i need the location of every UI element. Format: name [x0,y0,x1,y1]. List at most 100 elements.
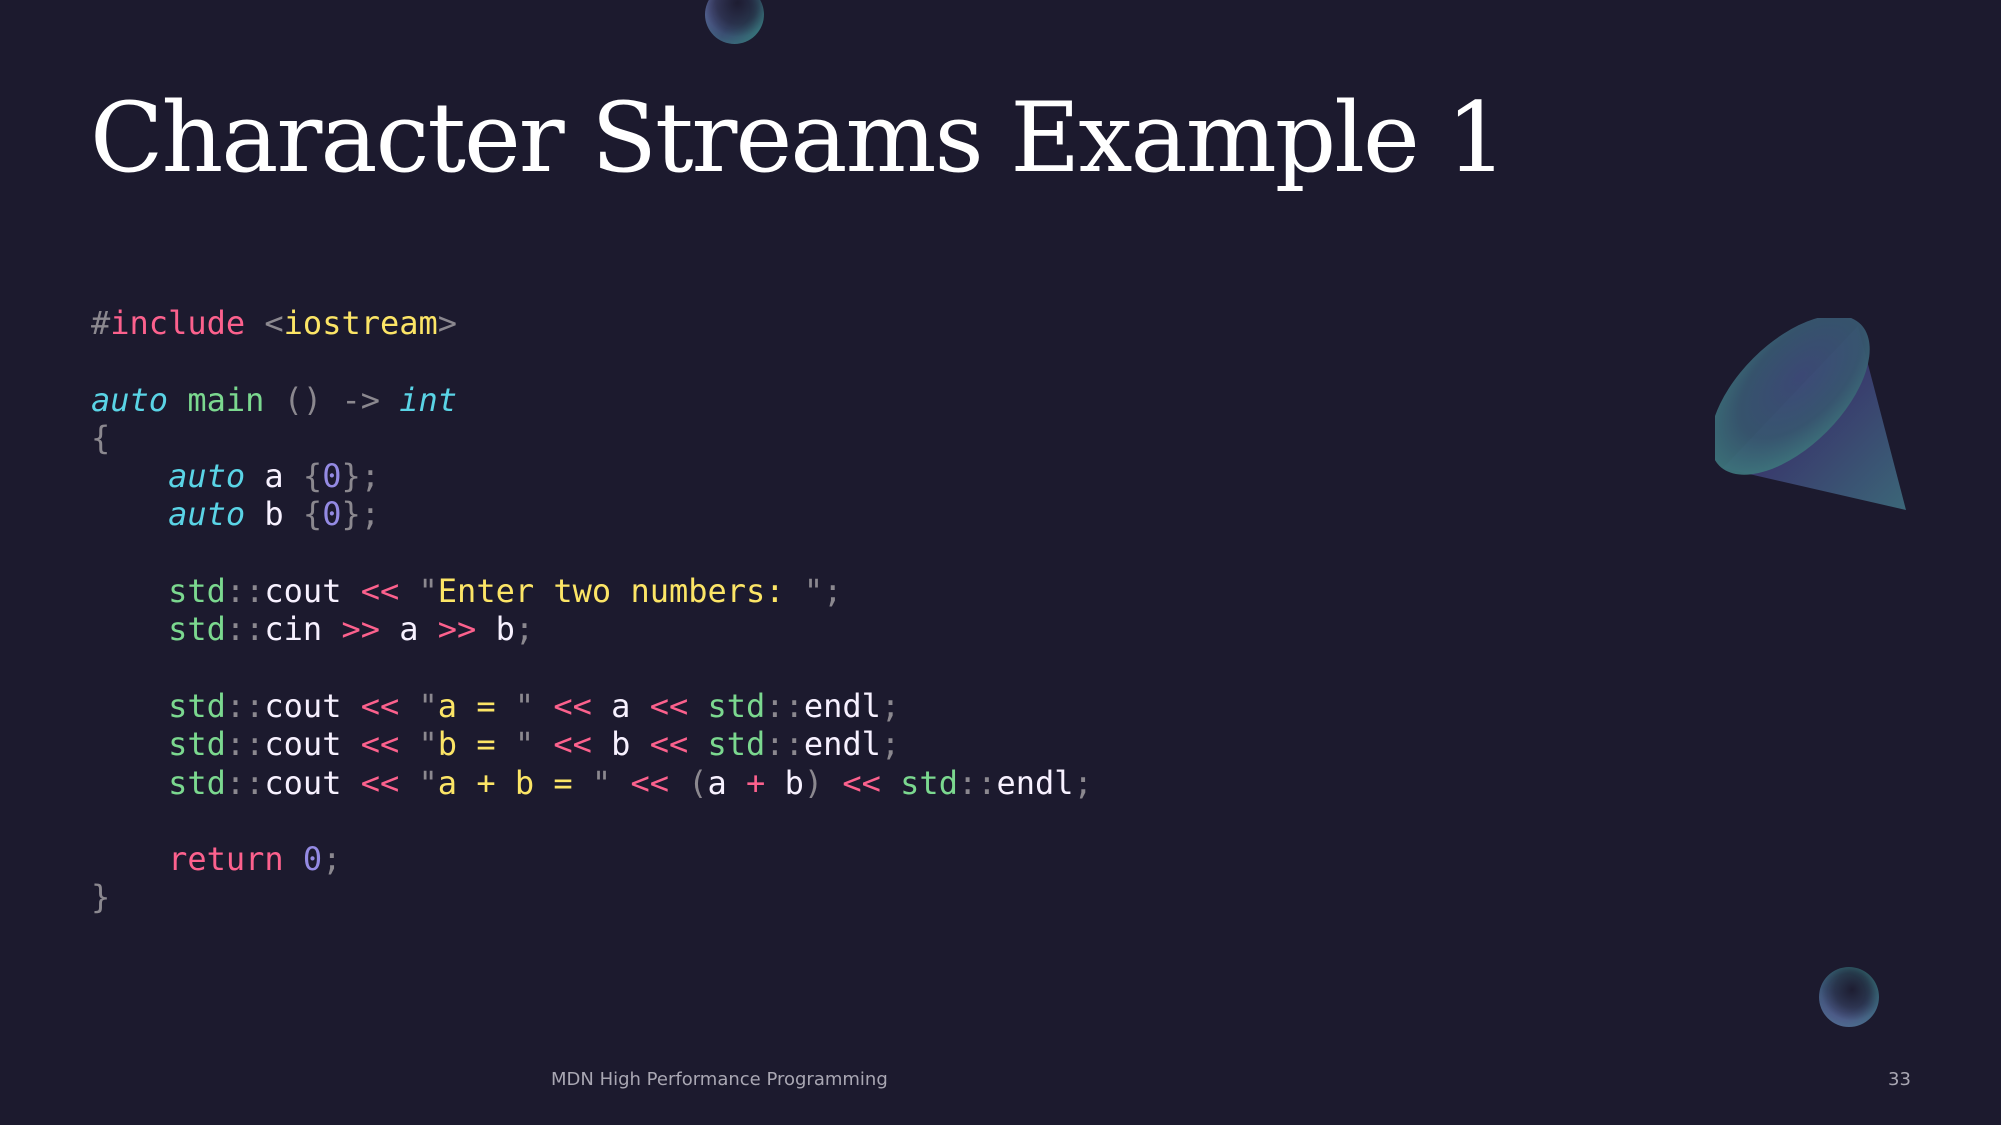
code-token: " [591,763,612,802]
cone-icon [1715,318,1906,510]
code-token: cout [264,572,342,611]
code-token: main [187,380,265,419]
code-line: std::cout << "a = " << a << std::endl; [91,687,1093,725]
code-token: std [168,763,226,802]
code-token: b [495,610,515,649]
code-token: ( [688,763,708,802]
code-token: std [168,725,226,764]
code-token: << [842,763,881,802]
code-token: << [360,763,400,802]
code-token: }; [341,495,380,534]
code-token: + [746,763,766,802]
code-token: } [91,878,111,917]
code-token: return [168,840,284,879]
code-token: > [437,304,458,342]
code-token: << [360,725,400,764]
code-token: :: [225,763,265,802]
code-token: ; [322,840,342,879]
code-line: auto b {0}; [91,495,1093,533]
code-token: auto [168,457,246,496]
code-token: a + b = [437,763,592,802]
code-token: }; [341,457,380,496]
code-token: :: [225,610,265,649]
footer-text: MDN High Performance Programming [551,1069,888,1090]
sphere-icon [705,0,764,44]
code-token: ; [880,686,901,725]
code-token: 0 [322,457,342,496]
code-token: :: [225,572,265,611]
code-token: endl [803,686,881,725]
code-line: { [91,419,1093,457]
code-line: std::cout << "a + b = " << (a + b) << st… [91,764,1093,802]
code-line: std::cout << "Enter two numbers: "; [91,572,1093,610]
code-token: < [264,304,284,342]
code-token: cout [264,725,342,764]
code-token: " [418,572,438,611]
code-token: << [360,686,400,725]
code-token: " [418,763,438,802]
code-token: Enter two numbers: [437,572,804,611]
code-token: std [168,686,226,725]
code-token: " [418,686,438,725]
page-number: 33 [1888,1069,1911,1090]
code-token: >> [341,610,380,649]
code-block: #include <iostream> auto main () -> int{… [91,304,1093,917]
code-token: b = [437,725,515,764]
code-token: << [553,725,592,764]
code-line: std::cout << "b = " << b << std::endl; [91,725,1093,763]
code-token: { [302,457,323,496]
code-token: :: [225,725,265,764]
code-token: 0 [302,840,323,879]
code-token: :: [765,686,804,725]
code-token: << [360,572,400,611]
code-line: auto main () -> int [91,381,1093,419]
code-token: ; [880,725,901,764]
code-token: >> [437,610,477,649]
code-token: b [264,495,284,534]
slide-title: Character Streams Example 1 [90,82,1507,194]
code-token: std [707,725,766,764]
code-token: int [399,380,458,419]
code-token: ) [803,763,824,802]
code-token: << [630,763,669,802]
code-token: iostream [283,304,438,342]
code-token: std [168,610,226,649]
code-token: " [418,725,438,764]
